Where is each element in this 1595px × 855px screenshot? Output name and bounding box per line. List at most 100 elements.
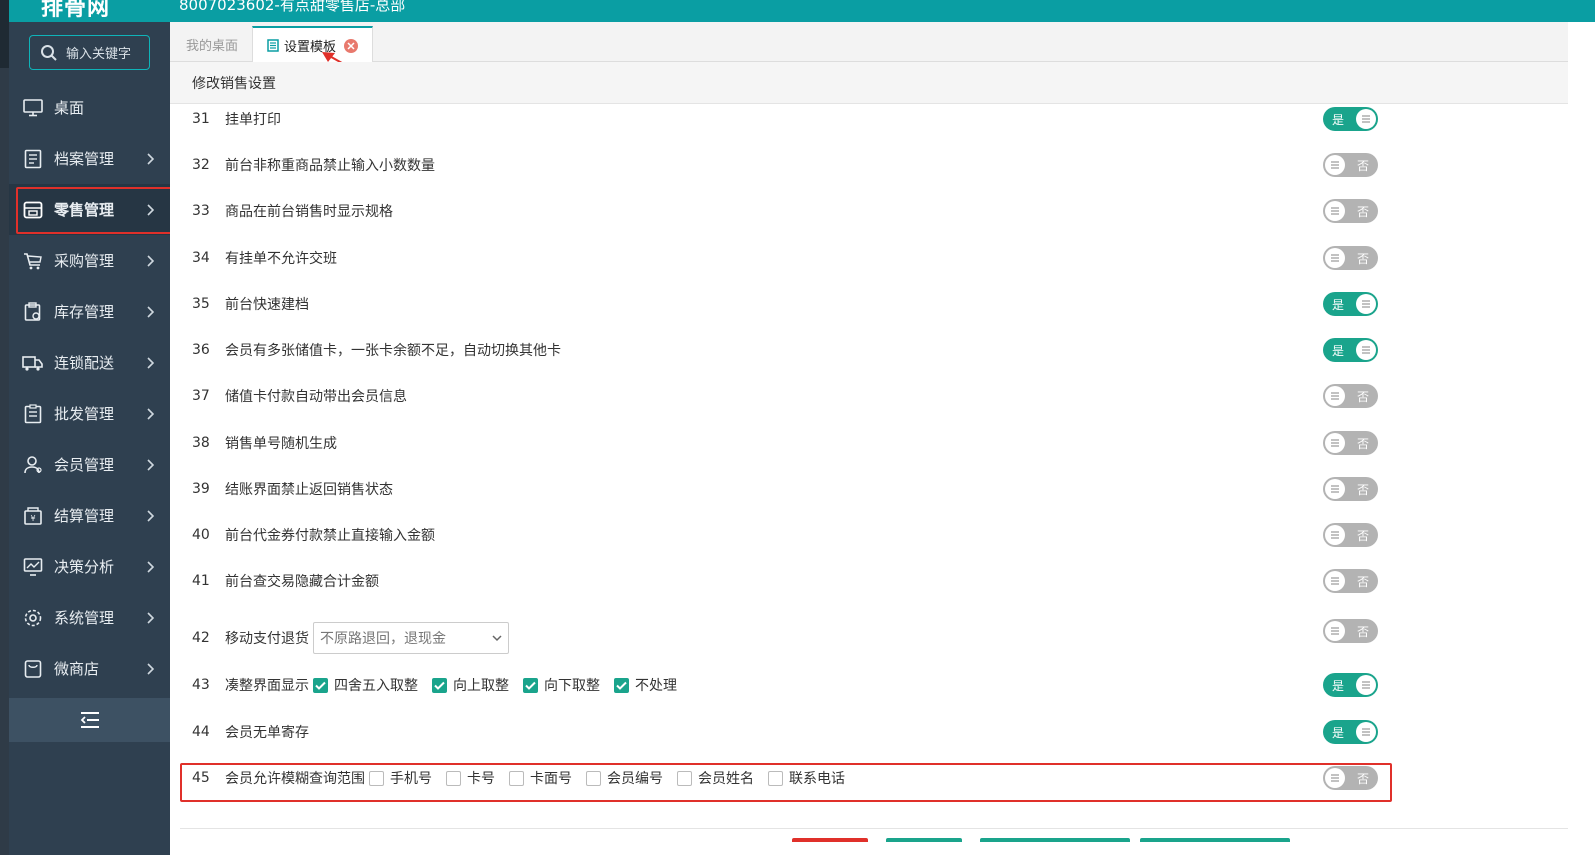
toggle-switch[interactable]: 否 [1323, 246, 1378, 270]
toggle-knob-icon [1356, 294, 1376, 314]
checkbox-option[interactable]: 卡面号 [505, 768, 572, 788]
toggle-state-label: 否 [1356, 159, 1369, 173]
checkbox-option[interactable]: 卡号 [442, 768, 495, 788]
tab-my-desktop[interactable]: 我的桌面 [172, 26, 252, 62]
checkbox-empty-icon[interactable] [509, 770, 524, 786]
checkbox-empty-icon[interactable] [586, 770, 601, 786]
toggle-knob-icon [1356, 340, 1376, 360]
checkbox-option[interactable]: 向下取整 [519, 675, 600, 695]
top-bar: 排骨网 8007023602-有点甜零售店-总部 [9, 0, 1595, 22]
toggle-switch[interactable]: 否 [1323, 523, 1378, 547]
cart-icon [22, 250, 44, 272]
setting-label: 前台非称重商品禁止输入小数数量 [225, 158, 435, 174]
section-title-text: 修改销售设置 [192, 75, 276, 92]
sidebar-item-4[interactable]: 库存管理 [9, 286, 170, 337]
toggle-knob-icon [1356, 722, 1376, 742]
chart-icon [22, 556, 44, 578]
setting-row-37: 37 储值卡付款自动带出会员信息 否 [170, 381, 1568, 411]
toggle-switch[interactable]: 否 [1323, 431, 1378, 455]
setting-number: 44 [192, 724, 210, 740]
toggle-switch[interactable]: 是 [1323, 720, 1378, 744]
checkbox-checked-icon[interactable] [313, 677, 328, 693]
sidebar-item-10[interactable]: 系统管理 [9, 592, 170, 643]
toggle-switch[interactable]: 否 [1323, 477, 1378, 501]
checkbox-option[interactable]: 会员姓名 [673, 768, 754, 788]
setting-label: 前台快速建档 [225, 297, 309, 313]
checkbox-option[interactable]: 向上取整 [428, 675, 509, 695]
sidebar-item-2[interactable]: 零售管理 [9, 184, 177, 235]
setting-number: 45 [192, 770, 210, 786]
action-button-teal-3[interactable] [1140, 838, 1290, 842]
toggle-switch[interactable]: 是 [1323, 673, 1378, 697]
checkbox-empty-icon[interactable] [677, 770, 692, 786]
checkbox-empty-icon[interactable] [369, 770, 384, 786]
sidebar-item-7[interactable]: 会员管理 [9, 439, 170, 490]
toggle-switch[interactable]: 否 [1323, 199, 1378, 223]
toggle-knob-icon [1356, 675, 1376, 695]
checkbox-label: 卡号 [467, 771, 495, 787]
toggle-switch[interactable]: 否 [1323, 619, 1378, 643]
checkbox-option[interactable]: 会员编号 [582, 768, 663, 788]
checkbox-checked-icon[interactable] [432, 677, 447, 693]
toggle-state-label: 否 [1356, 390, 1369, 404]
sidebar-item-5[interactable]: 连锁配送 [9, 337, 170, 388]
toggle-switch[interactable]: 否 [1323, 569, 1378, 593]
setting-label: 商品在前台销售时显示规格 [225, 204, 393, 220]
toggle-state-label: 是 [1332, 298, 1345, 312]
content-area: 修改销售设置 31 挂单打印是 32 前台非称重商品禁止输入小数数量否 33 商品在前台销… [170, 62, 1568, 855]
toggle-switch[interactable]: 否 [1323, 384, 1378, 408]
action-button-teal-1[interactable] [886, 838, 962, 842]
sidebar-item-8[interactable]: ¥ 结算管理 [9, 490, 170, 541]
toggle-switch[interactable]: 是 [1323, 107, 1378, 131]
toggle-knob-icon [1325, 768, 1345, 788]
setting-row-35: 35 前台快速建档 是 [170, 289, 1568, 319]
search-input[interactable]: 输入关键字 [29, 35, 150, 70]
section-title: 修改销售设置 [170, 62, 1568, 104]
toggle-switch[interactable]: 否 [1323, 766, 1378, 790]
toggle-knob-icon [1325, 155, 1345, 175]
sidebar-item-label: 连锁配送 [54, 354, 115, 372]
setting-number: 40 [192, 527, 210, 543]
setting-row-36: 36 会员有多张储值卡，一张卡余额不足，自动切换其他卡 是 [170, 335, 1568, 365]
action-button-teal-2[interactable] [980, 838, 1130, 842]
checkbox-empty-icon[interactable] [446, 770, 461, 786]
checkbox-checked-icon[interactable] [523, 677, 538, 693]
checkbox-option[interactable]: 手机号 [365, 768, 432, 788]
chevron-right-icon [146, 559, 155, 577]
sidebar-item-6[interactable]: 批发管理 [9, 388, 170, 439]
refund-mode-select[interactable]: 不原路退回，退现金 [313, 622, 509, 654]
collapse-menu-button[interactable] [9, 698, 170, 742]
sidebar-item-label: 库存管理 [54, 303, 115, 321]
checkbox-checked-icon[interactable] [614, 677, 629, 693]
toggle-switch[interactable]: 是 [1323, 338, 1378, 362]
sidebar-item-1[interactable]: 档案管理 [9, 133, 170, 184]
setting-number: 37 [192, 388, 210, 404]
action-button-red[interactable] [792, 838, 868, 842]
sidebar-item-11[interactable]: 微商店 [9, 643, 170, 694]
toggle-switch[interactable]: 是 [1323, 292, 1378, 316]
toggle-knob-icon [1325, 621, 1345, 641]
sidebar-item-label: 会员管理 [54, 456, 115, 474]
checkbox-label: 联系电话 [789, 771, 845, 787]
chevron-right-icon [146, 508, 155, 526]
monitor-icon [22, 97, 44, 119]
sidebar-item-0[interactable]: 桌面 [9, 82, 170, 133]
setting-row-45: 45 会员允许模糊查询范围 手机号 卡号 卡面号 会员编号 会员姓名 联系电话 否 [170, 763, 1568, 793]
setting-row-38: 38 销售单号随机生成 否 [170, 428, 1568, 458]
setting-label: 有挂单不允许交班 [225, 251, 337, 267]
checkbox-label: 不处理 [635, 678, 677, 694]
sidebar-item-label: 微商店 [54, 660, 100, 678]
toggle-knob-icon [1325, 201, 1345, 221]
checkbox-option[interactable]: 不处理 [610, 675, 677, 695]
menu-collapse-icon [80, 712, 99, 728]
toggle-state-label: 是 [1332, 726, 1345, 740]
search-icon [41, 44, 57, 61]
checkbox-option[interactable]: 四舍五入取整 [309, 675, 418, 695]
toggle-state-label: 是 [1332, 344, 1345, 358]
setting-label: 挂单打印 [225, 112, 281, 128]
sidebar-item-9[interactable]: 决策分析 [9, 541, 170, 592]
checkbox-empty-icon[interactable] [768, 770, 783, 786]
checkbox-option[interactable]: 联系电话 [764, 768, 845, 788]
sidebar-item-3[interactable]: 采购管理 [9, 235, 170, 286]
toggle-switch[interactable]: 否 [1323, 153, 1378, 177]
